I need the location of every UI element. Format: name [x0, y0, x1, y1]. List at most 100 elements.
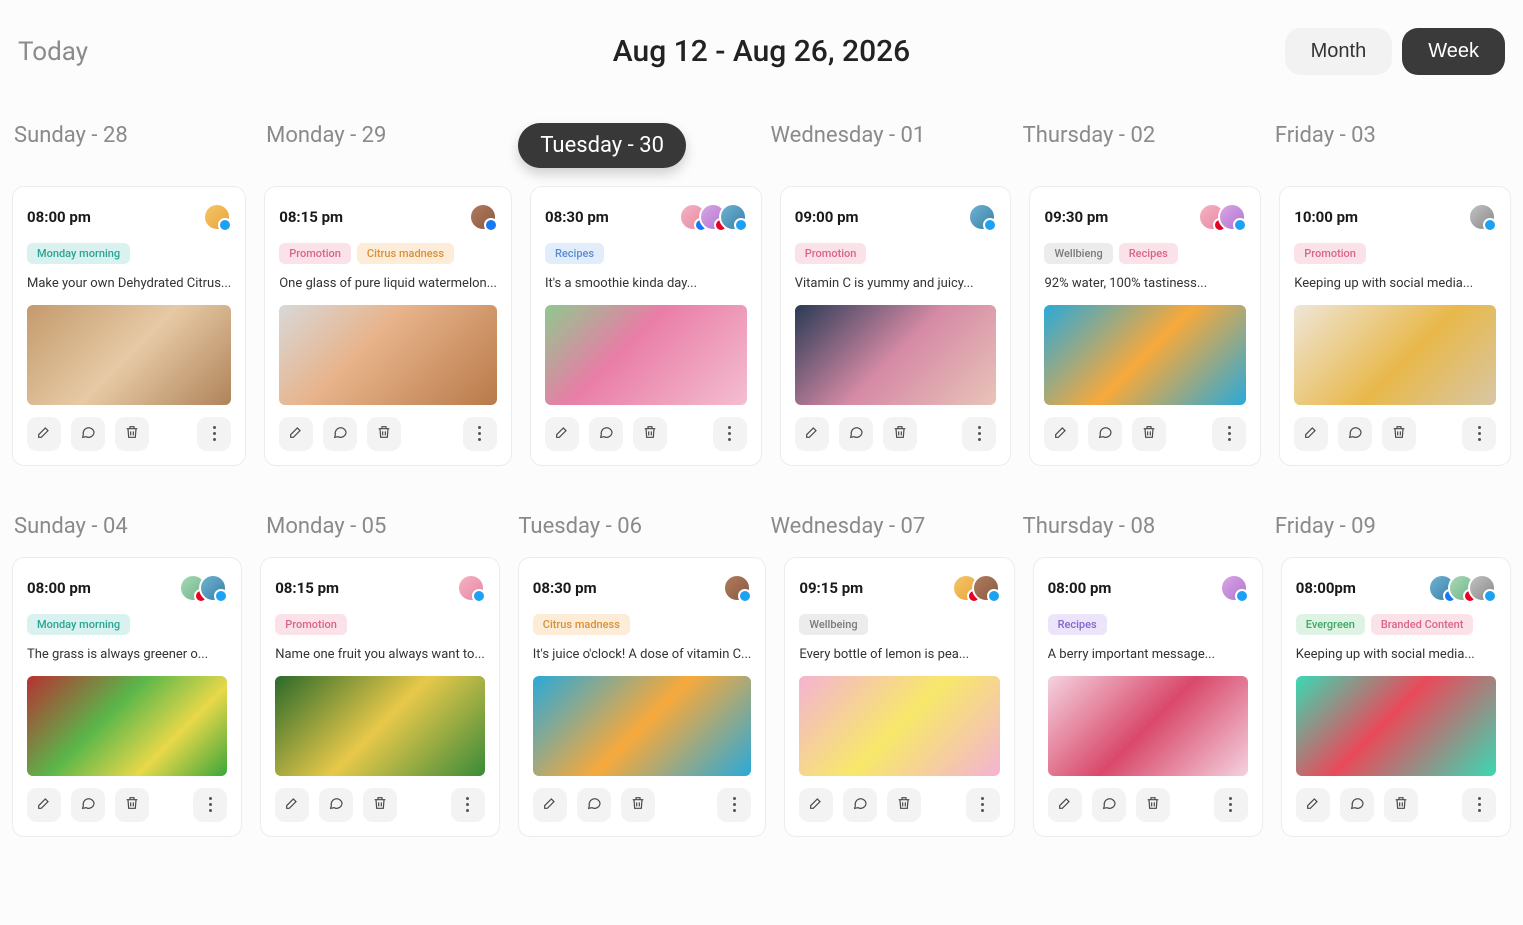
- post-image[interactable]: [795, 305, 997, 405]
- edit-button[interactable]: [27, 417, 61, 451]
- avatar[interactable]: [469, 203, 497, 231]
- tag[interactable]: Promotion: [795, 243, 867, 264]
- week-view-button[interactable]: Week: [1402, 28, 1505, 75]
- comment-button[interactable]: [71, 417, 105, 451]
- delete-button[interactable]: [115, 417, 149, 451]
- more-button[interactable]: [717, 788, 751, 822]
- comment-button[interactable]: [319, 788, 353, 822]
- edit-button[interactable]: [1296, 788, 1330, 822]
- today-label[interactable]: Today: [18, 37, 88, 67]
- avatar[interactable]: [1468, 574, 1496, 602]
- post-image[interactable]: [1044, 305, 1246, 405]
- tag[interactable]: Monday morning: [27, 243, 130, 264]
- tag[interactable]: Citrus madness: [533, 614, 630, 635]
- post-image[interactable]: [1296, 676, 1496, 776]
- comment-button[interactable]: [71, 788, 105, 822]
- comment-button[interactable]: [1338, 417, 1372, 451]
- post-image[interactable]: [27, 676, 227, 776]
- comment-button[interactable]: [1088, 417, 1122, 451]
- day-header[interactable]: Friday - 09: [1275, 514, 1509, 539]
- delete-button[interactable]: [1382, 417, 1416, 451]
- day-header[interactable]: Wednesday - 07: [771, 514, 1005, 539]
- comment-button[interactable]: [1092, 788, 1126, 822]
- more-button[interactable]: [1212, 417, 1246, 451]
- edit-button[interactable]: [799, 788, 833, 822]
- avatar[interactable]: [1468, 203, 1496, 231]
- edit-button[interactable]: [533, 788, 567, 822]
- post-card[interactable]: 08:30 pmRecipesIt's a smoothie kinda day…: [530, 186, 762, 466]
- more-button[interactable]: [713, 417, 747, 451]
- post-image[interactable]: [27, 305, 231, 405]
- comment-button[interactable]: [839, 417, 873, 451]
- edit-button[interactable]: [279, 417, 313, 451]
- delete-button[interactable]: [115, 788, 149, 822]
- comment-button[interactable]: [323, 417, 357, 451]
- avatar[interactable]: [457, 574, 485, 602]
- edit-button[interactable]: [1048, 788, 1082, 822]
- avatar[interactable]: [1220, 574, 1248, 602]
- delete-button[interactable]: [363, 788, 397, 822]
- edit-button[interactable]: [795, 417, 829, 451]
- post-card[interactable]: 09:00 pmPromotionVitamin C is yummy and …: [780, 186, 1012, 466]
- comment-button[interactable]: [589, 417, 623, 451]
- tag[interactable]: Citrus madness: [357, 243, 454, 264]
- avatar[interactable]: [968, 203, 996, 231]
- month-view-button[interactable]: Month: [1285, 28, 1393, 75]
- post-image[interactable]: [275, 676, 485, 776]
- more-button[interactable]: [463, 417, 497, 451]
- tag[interactable]: Evergreen: [1296, 614, 1365, 635]
- post-image[interactable]: [1048, 676, 1248, 776]
- post-card[interactable]: 09:30 pmWellbiengRecipes92% water, 100% …: [1029, 186, 1261, 466]
- more-button[interactable]: [451, 788, 485, 822]
- more-button[interactable]: [193, 788, 227, 822]
- tag[interactable]: Monday morning: [27, 614, 130, 635]
- more-button[interactable]: [966, 788, 1000, 822]
- tag[interactable]: Recipes: [1119, 243, 1178, 264]
- avatar[interactable]: [1218, 203, 1246, 231]
- tag[interactable]: Wellbeing: [799, 614, 867, 635]
- delete-button[interactable]: [1384, 788, 1418, 822]
- delete-button[interactable]: [1136, 788, 1170, 822]
- tag[interactable]: Branded Content: [1371, 614, 1474, 635]
- comment-button[interactable]: [843, 788, 877, 822]
- post-image[interactable]: [279, 305, 497, 405]
- day-header[interactable]: Sunday - 28: [14, 123, 248, 168]
- more-button[interactable]: [1462, 417, 1496, 451]
- comment-button[interactable]: [1340, 788, 1374, 822]
- tag[interactable]: Promotion: [279, 243, 351, 264]
- post-card[interactable]: 08:00pmEvergreenBranded ContentKeeping u…: [1281, 557, 1511, 837]
- delete-button[interactable]: [883, 417, 917, 451]
- post-image[interactable]: [545, 305, 747, 405]
- comment-button[interactable]: [577, 788, 611, 822]
- avatar[interactable]: [199, 574, 227, 602]
- post-card[interactable]: 08:30 pmCitrus madnessIt's juice o'clock…: [518, 557, 767, 837]
- tag[interactable]: Wellbieng: [1044, 243, 1112, 264]
- edit-button[interactable]: [27, 788, 61, 822]
- more-button[interactable]: [1214, 788, 1248, 822]
- tag[interactable]: Recipes: [1048, 614, 1107, 635]
- day-header[interactable]: Friday - 03: [1275, 123, 1509, 168]
- avatar[interactable]: [203, 203, 231, 231]
- edit-button[interactable]: [1294, 417, 1328, 451]
- post-card[interactable]: 08:00 pmRecipesA berry important message…: [1033, 557, 1263, 837]
- edit-button[interactable]: [275, 788, 309, 822]
- post-image[interactable]: [533, 676, 752, 776]
- day-header[interactable]: Thursday - 08: [1023, 514, 1257, 539]
- post-card[interactable]: 08:15 pmPromotionCitrus madnessOne glass…: [264, 186, 512, 466]
- edit-button[interactable]: [545, 417, 579, 451]
- post-card[interactable]: 09:15 pmWellbeingEvery bottle of lemon i…: [784, 557, 1014, 837]
- post-image[interactable]: [1294, 305, 1496, 405]
- tag[interactable]: Promotion: [275, 614, 347, 635]
- post-card[interactable]: 08:00 pmMonday morningThe grass is alway…: [12, 557, 242, 837]
- tag[interactable]: Promotion: [1294, 243, 1366, 264]
- post-card[interactable]: 10:00 pmPromotionKeeping up with social …: [1279, 186, 1511, 466]
- avatar[interactable]: [719, 203, 747, 231]
- day-header[interactable]: Tuesday - 06: [518, 514, 752, 539]
- more-button[interactable]: [962, 417, 996, 451]
- day-header[interactable]: Wednesday - 01: [771, 123, 1005, 168]
- day-header[interactable]: Monday - 29: [266, 123, 500, 168]
- post-card[interactable]: 08:00 pmMonday morningMake your own Dehy…: [12, 186, 246, 466]
- more-button[interactable]: [1462, 788, 1496, 822]
- day-header[interactable]: Sunday - 04: [14, 514, 248, 539]
- edit-button[interactable]: [1044, 417, 1078, 451]
